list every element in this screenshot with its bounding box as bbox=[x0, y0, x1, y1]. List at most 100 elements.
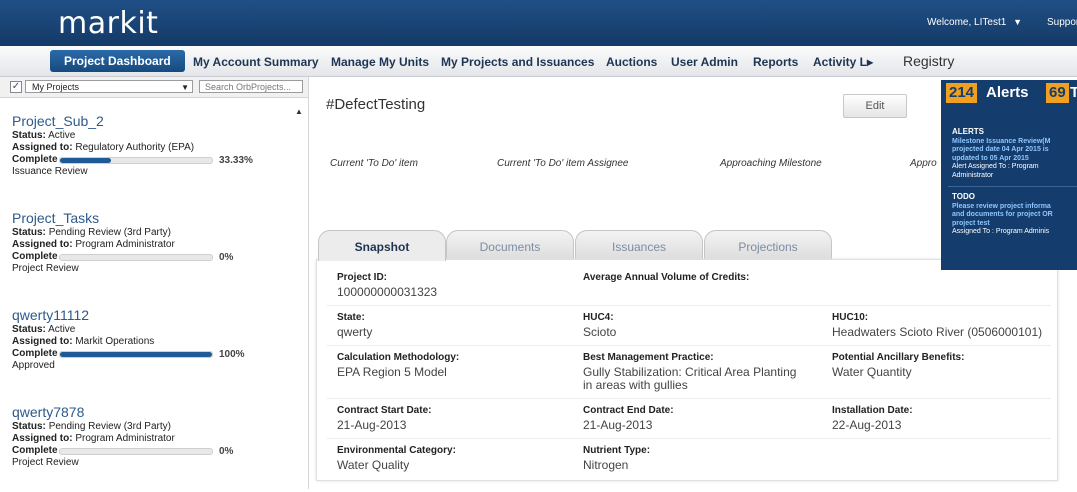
divider bbox=[948, 186, 1077, 187]
todo-item[interactable]: TODO Please review project informa and d… bbox=[952, 192, 1053, 237]
alert-text: Milestone Issuance Review(M bbox=[952, 137, 1051, 145]
progress-bar-fill bbox=[60, 158, 111, 163]
project-list-item[interactable]: qwerty7878 Status: Pending Review (3rd P… bbox=[0, 404, 290, 492]
contract-start-value: 21-Aug-2013 bbox=[337, 418, 407, 432]
alerts-section-header: ALERTS bbox=[952, 127, 984, 136]
progress-bar bbox=[59, 254, 213, 261]
nav-manage-my-units[interactable]: Manage My Units bbox=[331, 55, 429, 69]
bmp-value-line1: Gully Stabilization: Critical Area Plant… bbox=[583, 365, 797, 379]
project-name-link[interactable]: qwerty11112 bbox=[12, 307, 89, 323]
alert-assignee: Alert Assigned To : Program bbox=[952, 163, 1039, 170]
divider bbox=[327, 398, 1051, 399]
project-scope-select[interactable]: My Projects ▼ bbox=[25, 80, 193, 93]
main-nav: Project Dashboard My Account Summary Man… bbox=[0, 46, 1077, 77]
welcome-user-menu[interactable]: Welcome, LITest1 ▼ bbox=[927, 17, 1022, 28]
bmp-value-line2: in areas with gullies bbox=[583, 378, 688, 392]
search-projects-input[interactable]: Search OrbProjects... bbox=[199, 80, 303, 93]
project-list-item[interactable]: Project_Tasks Status: Pending Review (3r… bbox=[0, 210, 290, 298]
project-name-link[interactable]: Project_Sub_2 bbox=[12, 113, 104, 129]
avg-volume-label: Average Annual Volume of Credits: bbox=[583, 272, 750, 283]
nav-reports[interactable]: Reports bbox=[753, 55, 798, 69]
project-stage: Project Review bbox=[12, 263, 79, 274]
project-name-link[interactable]: qwerty7878 bbox=[12, 404, 84, 420]
project-list-item[interactable]: qwerty11112 Status: Active Assigned to: … bbox=[0, 307, 290, 395]
welcome-text: Welcome, LITest1 bbox=[927, 17, 1007, 28]
huc4-label: HUC4: bbox=[583, 312, 614, 323]
alerts-label[interactable]: Alerts bbox=[986, 83, 1029, 103]
state-value: qwerty bbox=[337, 325, 373, 339]
todo-assignee: Assigned To : Program Adminis bbox=[952, 228, 1050, 235]
my-projects-checkbox[interactable]: ✓ bbox=[10, 81, 22, 93]
support-link[interactable]: Suppor bbox=[1047, 17, 1077, 28]
todo-text: and documents for project OR bbox=[952, 211, 1053, 218]
contract-end-value: 21-Aug-2013 bbox=[583, 418, 653, 432]
project-assigned: Assigned to: Regulatory Authority (EPA) bbox=[12, 142, 195, 153]
project-assigned: Assigned to: Markit Operations bbox=[12, 336, 155, 347]
alerts-header: 214 Alerts 69 To bbox=[941, 80, 1077, 118]
progress-bar bbox=[59, 351, 213, 358]
tab-documents[interactable]: Documents bbox=[446, 230, 574, 260]
todo-section-header: TODO bbox=[952, 192, 975, 201]
project-id-value: 100000000031323 bbox=[337, 285, 438, 299]
progress-percent: 100% bbox=[219, 349, 245, 360]
nav-my-projects-issuances[interactable]: My Projects and Issuances bbox=[441, 55, 594, 69]
progress-bar bbox=[59, 448, 213, 455]
installation-date-label: Installation Date: bbox=[832, 405, 913, 416]
calc-method-label: Calculation Methodology: bbox=[337, 352, 460, 363]
approaching-header-truncated: Appro bbox=[910, 158, 937, 169]
divider bbox=[327, 438, 1051, 439]
alert-item[interactable]: ALERTS Milestone Issuance Review(M proje… bbox=[952, 127, 1051, 180]
progress-bar-fill bbox=[60, 352, 212, 357]
contract-end-label: Contract End Date: bbox=[583, 405, 674, 416]
edit-button[interactable]: Edit bbox=[843, 94, 907, 118]
project-list-item[interactable]: Project_Sub_2 Status: Active Assigned to… bbox=[0, 113, 290, 201]
tab-snapshot[interactable]: Snapshot bbox=[318, 230, 446, 261]
nav-user-admin[interactable]: User Admin bbox=[671, 55, 738, 69]
progress-percent: 0% bbox=[219, 252, 234, 263]
nav-activity-log[interactable]: Activity L▸ bbox=[813, 55, 873, 69]
divider bbox=[327, 345, 1051, 346]
complete-label: Complete bbox=[12, 348, 58, 359]
nav-project-dashboard[interactable]: Project Dashboard bbox=[50, 50, 185, 72]
nav-my-account-summary[interactable]: My Account Summary bbox=[193, 55, 319, 69]
tab-issuances[interactable]: Issuances bbox=[575, 230, 703, 260]
complete-label: Complete bbox=[12, 154, 58, 165]
installation-date-value: 22-Aug-2013 bbox=[832, 418, 902, 432]
alerts-count-badge[interactable]: 214 bbox=[946, 83, 978, 103]
project-stage: Issuance Review bbox=[12, 166, 88, 177]
complete-label: Complete bbox=[12, 445, 58, 456]
complete-label: Complete bbox=[12, 251, 58, 262]
alert-text: updated to 05 Apr 2015 bbox=[952, 154, 1029, 162]
snapshot-panel: Project ID: 100000000031323 Average Annu… bbox=[316, 259, 1058, 481]
nutrient-type-value: Nitrogen bbox=[583, 458, 629, 472]
project-stage: Project Review bbox=[12, 457, 79, 468]
tab-projections[interactable]: Projections bbox=[704, 230, 832, 260]
nutrient-type-label: Nutrient Type: bbox=[583, 445, 651, 456]
scroll-up-arrow-icon[interactable]: ▲ bbox=[295, 107, 303, 116]
alert-assignee: Administrator bbox=[952, 171, 994, 179]
calc-method-value: EPA Region 5 Model bbox=[337, 365, 447, 379]
chevron-down-icon: ▼ bbox=[181, 83, 189, 92]
todo-count-badge[interactable]: 69 bbox=[1046, 83, 1069, 103]
huc10-value: Headwaters Scioto River (0506000101) bbox=[832, 325, 1043, 339]
bmp-label: Best Management Practice: bbox=[583, 352, 714, 363]
markit-logo[interactable]: markit bbox=[58, 6, 158, 41]
nav-auctions[interactable]: Auctions bbox=[606, 55, 657, 69]
current-todo-assignee-header: Current 'To Do' item Assignee bbox=[497, 158, 629, 169]
todo-text: project test bbox=[952, 219, 990, 227]
project-id-label: Project ID: bbox=[337, 272, 388, 283]
divider bbox=[327, 305, 1051, 306]
project-assigned: Assigned to: Program Administrator bbox=[12, 433, 175, 444]
huc10-label: HUC10: bbox=[832, 312, 869, 323]
nav-registry[interactable]: Registry bbox=[903, 53, 954, 69]
ancillary-benefits-value: Water Quantity bbox=[832, 365, 912, 379]
approaching-milestone-header: Approaching Milestone bbox=[720, 158, 822, 169]
env-category-label: Environmental Category: bbox=[337, 445, 456, 456]
project-stage: Approved bbox=[12, 360, 55, 371]
state-label: State: bbox=[337, 312, 365, 323]
project-status: Status: Active bbox=[12, 130, 76, 141]
project-list-panel: ✓ My Projects ▼ Search OrbProjects... ▲ … bbox=[0, 77, 309, 489]
project-assigned: Assigned to: Program Administrator bbox=[12, 239, 175, 250]
project-name-link[interactable]: Project_Tasks bbox=[12, 210, 99, 226]
todo-label[interactable]: To bbox=[1070, 83, 1077, 103]
